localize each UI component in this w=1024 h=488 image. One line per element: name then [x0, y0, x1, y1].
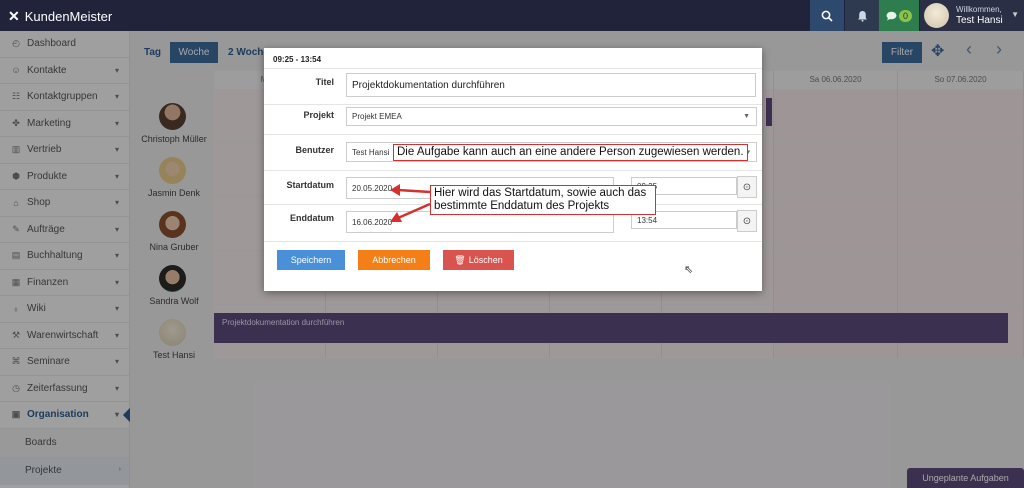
annotation-arrows	[390, 184, 431, 222]
arrow-to-start-date	[390, 184, 431, 196]
arrow-to-end-date	[390, 202, 431, 222]
mouse-cursor-icon: ⇖	[684, 264, 694, 276]
